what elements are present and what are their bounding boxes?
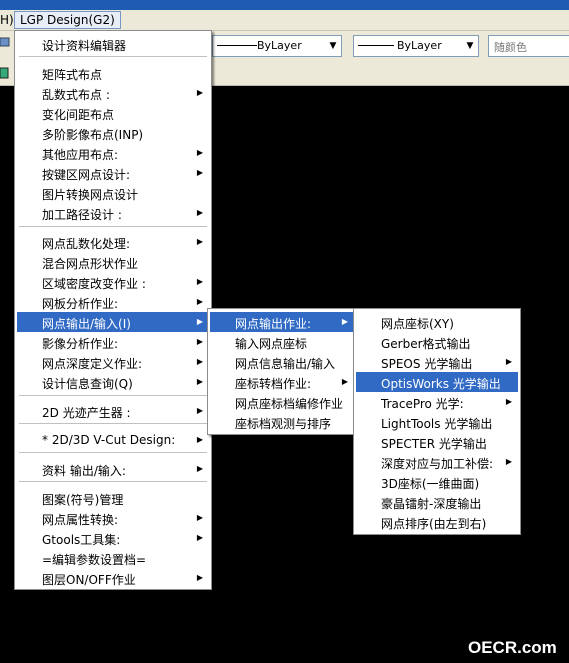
menu-separator [19, 395, 207, 396]
menu-item-attribute-conversion[interactable]: 网点属性转换: ▶ [17, 508, 209, 528]
submenu-arrow-icon: ▶ [196, 168, 203, 177]
menu-item-parameter-settings[interactable]: =编辑参数设置档= [17, 548, 209, 568]
title-bar [0, 0, 569, 10]
submenu-arrow-icon: ▶ [196, 464, 203, 473]
submenu-item-gerber[interactable]: Gerber格式输出 [356, 332, 518, 352]
menu-separator [19, 481, 207, 482]
menu-item-variable-spacing[interactable]: 变化间距布点 [17, 103, 209, 123]
submenu-arrow-icon: ▶ [196, 297, 203, 306]
submenu-arrow-icon: ▶ [196, 573, 203, 582]
menu-item-dot-randomize[interactable]: 网点乱数化处理: ▶ [17, 232, 209, 252]
submenu-item-speos[interactable]: SPEOS 光学输出 ▶ [356, 352, 518, 372]
submenu-item-info-io[interactable]: 网点信息输出/输入 [210, 352, 354, 372]
submenu-item-specter[interactable]: SPECTER 光学输出 [356, 432, 518, 452]
menu-item-machining-path[interactable]: 加工路径设计 : ▶ [17, 203, 209, 223]
lineweight-combo[interactable]: ByLayer ▼ [353, 35, 479, 57]
grid-icon[interactable] [0, 67, 10, 79]
submenu-item-coord-sort[interactable]: 座标档观测与排序 [210, 412, 354, 432]
menu-separator [19, 56, 207, 57]
submenu-item-coord-convert[interactable]: 座标转档作业: ▶ [210, 372, 354, 392]
submenu-arrow-icon: ▶ [196, 435, 203, 444]
submenu-arrow-icon: ▶ [196, 88, 203, 97]
submenu-arrow-icon: ▶ [341, 317, 348, 326]
layer-icon[interactable] [0, 36, 10, 48]
submenu-item-tracepro[interactable]: TracePro 光学: ▶ [356, 392, 518, 412]
submenu-arrow-icon: ▶ [196, 406, 203, 415]
menu-item-density-change[interactable]: 区域密度改变作业 : ▶ [17, 272, 209, 292]
chevron-down-icon[interactable]: ▼ [325, 36, 341, 56]
submenu-item-dot-output[interactable]: 网点输出作业: ▶ [210, 312, 354, 332]
menu-bar: H) LGP Design(G2) [0, 10, 569, 31]
menu-item-image-analysis[interactable]: 影像分析作业: ▶ [17, 332, 209, 352]
submenu-arrow-icon: ▶ [196, 317, 203, 326]
dot-io-submenu: 网点输出作业: ▶ 输入网点座标 网点信息输出/输入 座标转档作业: ▶ 网点座标档… [207, 308, 357, 435]
menu-item-design-editor[interactable]: 设计资料编辑器 [17, 34, 209, 54]
submenu-arrow-icon: ▶ [196, 337, 203, 346]
submenu-arrow-icon: ▶ [505, 357, 512, 366]
menu-item-image-conversion[interactable]: 图片转换网点设计 [17, 183, 209, 203]
submenu-item-sort-ltr[interactable]: 网点排序(由左到右) [356, 512, 518, 532]
menu-item-screen-analysis[interactable]: 网板分析作业: ▶ [17, 292, 209, 312]
menu-item-random-layout[interactable]: 乱数式布点 : ▶ [17, 83, 209, 103]
menu-item-design-query[interactable]: 设计信息查询(Q) ▶ [17, 372, 209, 392]
submenu-item-xy-coords[interactable]: 网点座标(XY) [356, 312, 518, 332]
color-combo[interactable]: 随颜色 [488, 35, 569, 57]
watermark: OECR.com [468, 638, 557, 657]
menu-item-2d-light-path[interactable]: 2D 光迹产生器 : ▶ [17, 401, 209, 421]
submenu-arrow-icon: ▶ [505, 457, 512, 466]
submenu-arrow-icon: ▶ [341, 377, 348, 386]
dot-output-submenu: 网点座标(XY) Gerber格式输出 SPEOS 光学输出 ▶ OptisWor… [353, 308, 521, 535]
submenu-item-3d-coords[interactable]: 3D座标(一维曲面) [356, 472, 518, 492]
submenu-arrow-icon: ▶ [196, 208, 203, 217]
menu-separator [19, 423, 207, 424]
menu-item-mixed-shapes[interactable]: 混合网点形状作业 [17, 252, 209, 272]
submenu-arrow-icon: ▶ [505, 397, 512, 406]
submenu-item-lighttools[interactable]: LightTools 光学输出 [356, 412, 518, 432]
menu-item-dot-io[interactable]: 网点输出/输入(I) ▶ [17, 312, 209, 332]
menu-help[interactable]: H) [0, 13, 14, 27]
submenu-item-coord-edit[interactable]: 网点座标档编修作业 [210, 392, 354, 412]
submenu-arrow-icon: ▶ [196, 513, 203, 522]
linetype-combo[interactable]: ByLayer ▼ [212, 35, 342, 57]
menu-lgp-design[interactable]: LGP Design(G2) [14, 11, 121, 29]
chevron-down-icon[interactable]: ▼ [462, 36, 478, 56]
menu-item-multilevel-image[interactable]: 多阶影像布点(INP) [17, 123, 209, 143]
menu-item-vcut-design[interactable]: * 2D/3D V-Cut Design: ▶ [17, 430, 209, 450]
menu-item-depth-definition[interactable]: 网点深度定义作业: ▶ [17, 352, 209, 372]
menu-item-pattern-management[interactable]: 图案(符号)管理 [17, 488, 209, 508]
menu-item-data-io[interactable]: 资料 输出/输入: ▶ [17, 459, 209, 479]
submenu-arrow-icon: ▶ [196, 533, 203, 542]
menu-item-gtools[interactable]: Gtools工具集: ▶ [17, 528, 209, 548]
submenu-item-optisworks[interactable]: OptisWorks 光学输出 [356, 372, 518, 392]
menu-item-other-layout[interactable]: 其他应用布点: ▶ [17, 143, 209, 163]
submenu-arrow-icon: ▶ [196, 277, 203, 286]
submenu-arrow-icon: ▶ [196, 237, 203, 246]
menu-separator [19, 452, 207, 453]
lgp-design-menu: 设计资料编辑器 矩阵式布点 乱数式布点 : ▶ 变化间距布点 多阶影像布点(INP… [14, 30, 212, 590]
submenu-arrow-icon: ▶ [196, 377, 203, 386]
submenu-arrow-icon: ▶ [196, 148, 203, 157]
menu-item-layer-onoff[interactable]: 图层ON/OFF作业 ▶ [17, 568, 209, 588]
submenu-item-depth-compensation[interactable]: 深度对应与加工补偿: ▶ [356, 452, 518, 472]
menu-item-key-area-design[interactable]: 按键区网点设计: ▶ [17, 163, 209, 183]
menu-item-matrix-layout[interactable]: 矩阵式布点 [17, 63, 209, 83]
menu-separator [19, 226, 207, 227]
submenu-item-laser-depth[interactable]: 豪晶镭射-深度输出 [356, 492, 518, 512]
submenu-item-input-coords[interactable]: 输入网点座标 [210, 332, 354, 352]
submenu-arrow-icon: ▶ [196, 357, 203, 366]
